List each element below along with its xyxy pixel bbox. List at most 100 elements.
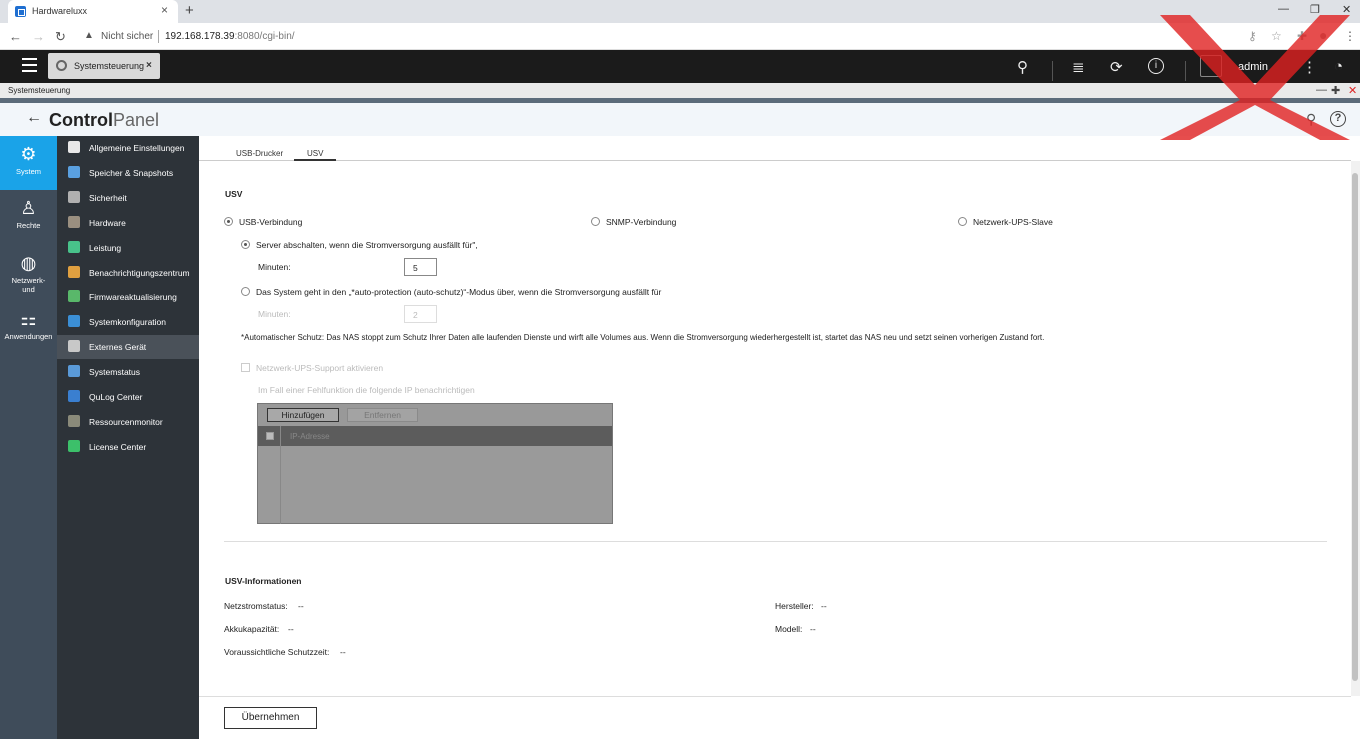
browser-tab-title: Hardwareluxx — [32, 6, 88, 16]
app-tab-systemsteuerung[interactable]: Systemsteuerung × — [48, 53, 160, 79]
close-app-tab-icon[interactable]: × — [146, 60, 152, 71]
rail-item-system[interactable]: ⚙ System — [0, 136, 57, 190]
power-status-value: -- — [298, 601, 304, 611]
menu-item-icon — [68, 439, 80, 452]
auto-protection-note: *Automatischer Schutz: Das NAS stoppt zu… — [241, 333, 1045, 342]
menu-item[interactable]: Speicher & Snapshots — [57, 161, 199, 185]
back-icon[interactable]: ← — [9, 29, 22, 44]
menu-item-label: Firmwareaktualisierung — [89, 292, 177, 303]
app-tab-label: Systemsteuerung — [74, 61, 145, 71]
apply-button[interactable]: Übernehmen — [224, 707, 317, 729]
select-all-checkbox[interactable] — [266, 432, 274, 440]
rail-item-label: Rechte — [16, 221, 41, 230]
menu-item[interactable]: Leistung — [57, 236, 199, 260]
sync-icon[interactable]: ⟳ — [1110, 58, 1123, 76]
notify-ip-label: Im Fall einer Fehlfunktion die folgende … — [258, 385, 475, 395]
menu-item-label: QuLog Center — [89, 392, 143, 402]
menu-item[interactable]: Allgemeine Einstellungen — [57, 136, 199, 160]
minutes-input-disabled[interactable]: 2 — [404, 305, 437, 323]
menu-item-label: Ressourcenmonitor — [89, 416, 163, 427]
menu-item[interactable]: Hardware — [57, 211, 199, 235]
controlpanel-header — [0, 103, 1360, 136]
radio-usb-connection-label: USB-Verbindung — [239, 217, 303, 227]
search-icon[interactable]: ⚲ — [1017, 58, 1028, 76]
radio-snmp-connection-label: SNMP-Verbindung — [606, 217, 677, 227]
radio-network-ups-slave[interactable] — [958, 217, 967, 226]
menu-item[interactable]: Benachrichtigungszentrum — [57, 261, 199, 285]
page-title: ControlPanel — [49, 110, 160, 130]
menu-item-icon — [68, 265, 80, 278]
menu-item-icon — [68, 141, 80, 153]
menu-item[interactable]: Systemkonfiguration — [57, 310, 199, 334]
gear-icon — [56, 60, 67, 71]
back-arrow-icon[interactable]: ← — [26, 109, 42, 127]
forward-icon[interactable]: → — [32, 29, 45, 44]
menu-item-icon — [68, 165, 80, 178]
menu-item-icon — [68, 190, 80, 203]
remove-ip-button[interactable]: Entfernen — [347, 408, 418, 422]
menu-item[interactable]: Systemstatus — [57, 360, 199, 384]
minutes-input[interactable]: 5 — [404, 258, 437, 276]
rail-item-rechte[interactable]: ♙ Rechte — [0, 199, 57, 230]
battery-label: Akkukapazität: — [224, 624, 280, 634]
menu-item[interactable]: Ressourcenmonitor — [57, 410, 199, 434]
menu-item[interactable]: Firmwareaktualisierung — [57, 285, 199, 309]
menu-item[interactable]: Externes Gerät — [57, 335, 199, 360]
radio-network-ups-slave-label: Netzwerk-UPS-Slave — [973, 217, 1053, 227]
radio-auto-protection[interactable] — [241, 287, 250, 296]
add-ip-button[interactable]: Hinzufügen — [267, 408, 339, 422]
grid-header: IP-Adresse — [258, 426, 612, 524]
network-ups-support-checkbox[interactable] — [241, 363, 250, 372]
tab-usb-drucker[interactable]: USB-Drucker — [224, 149, 295, 161]
menu-item-label: Sicherheit — [89, 192, 127, 203]
apps-icon: ⚏ — [20, 309, 37, 329]
address-bar[interactable]: ▲ Nicht sicher 192.168.178.39:8080/cgi-b… — [78, 27, 1278, 46]
address-separator — [158, 30, 159, 43]
tasks-icon[interactable]: ≣ — [1072, 58, 1085, 76]
reload-icon[interactable]: ↻ — [55, 29, 66, 45]
new-tab-icon[interactable]: + — [185, 2, 194, 19]
browser-tab[interactable]: Hardwareluxx × — [8, 0, 178, 23]
radio-shutdown[interactable] — [241, 240, 250, 249]
security-label: Nicht sicher — [101, 31, 154, 42]
menu-item-icon — [68, 365, 80, 378]
radio-shutdown-label: Server abschalten, wenn die Stromversorg… — [256, 240, 478, 250]
rail-item-label: System — [15, 167, 41, 176]
menu-item-icon — [68, 315, 80, 328]
grid-column-divider — [280, 426, 281, 524]
rail-item-netzwerk[interactable]: ◍ Netzwerk- und — [0, 254, 57, 294]
battery-value: -- — [288, 624, 294, 634]
menu-item-label: Speicher & Snapshots — [89, 167, 174, 178]
menu-item[interactable]: Sicherheit — [57, 186, 199, 210]
window-title: Systemsteuerung — [8, 86, 71, 95]
radio-snmp-connection[interactable] — [591, 217, 600, 226]
scrollbar[interactable] — [1351, 161, 1360, 696]
radio-usb-connection[interactable] — [224, 217, 233, 226]
close-tab-icon[interactable]: × — [161, 3, 168, 17]
model-label: Modell: — [775, 624, 803, 634]
menu-item-label: Benachrichtigungszentrum — [89, 267, 190, 278]
menu-item-label: Systemkonfiguration — [89, 317, 167, 328]
menu-item-label: Allgemeine Einstellungen — [89, 143, 185, 153]
warning-icon: ▲ — [84, 30, 94, 41]
rail-item-anwendungen[interactable]: ⚏ Anwendungen — [0, 310, 57, 341]
menu-item[interactable]: License Center — [57, 435, 199, 459]
user-icon: ♙ — [20, 198, 37, 218]
menu-item-icon — [68, 390, 80, 402]
gear-icon: ⚙ — [20, 144, 37, 164]
network-ups-support-label: Netzwerk-UPS-Support aktivieren — [256, 363, 384, 373]
minimize-icon[interactable]: — — [1278, 3, 1289, 15]
menu-item-icon — [68, 414, 80, 427]
runtime-label: Voraussichtliche Schutzzeit: — [224, 647, 330, 657]
vendor-label: Hersteller: — [775, 601, 814, 611]
menu-item-label: Systemstatus — [89, 367, 141, 378]
tab-usv[interactable]: USV — [294, 149, 337, 161]
scrollbar-thumb[interactable] — [1352, 173, 1358, 681]
main-menu-icon[interactable] — [22, 58, 37, 72]
rail-item-label: Anwendungen — [4, 332, 53, 341]
url-text: 192.168.178.39:8080/cgi-bin/ — [165, 31, 295, 42]
settings-menu: Allgemeine Einstellungen Speicher & Snaps… — [57, 136, 199, 739]
menu-item-icon — [68, 215, 80, 228]
menu-item[interactable]: QuLog Center — [57, 385, 199, 409]
section-divider — [224, 541, 1327, 542]
